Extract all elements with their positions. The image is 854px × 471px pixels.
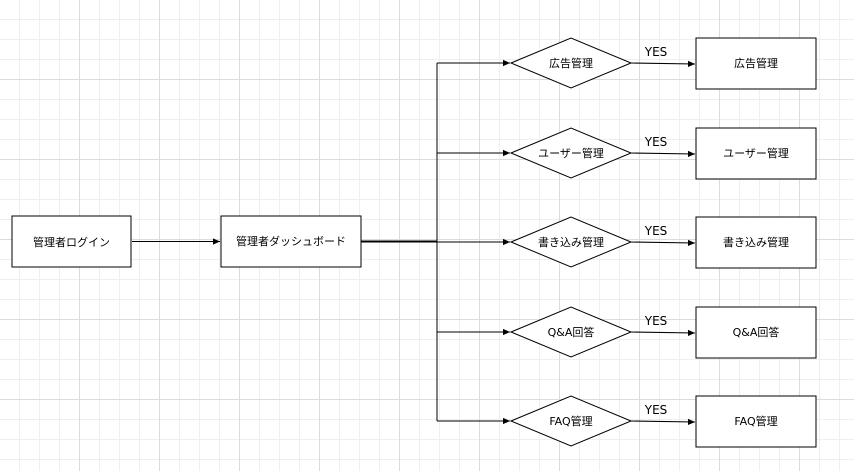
dashboard-label: 管理者ダッシュボード bbox=[236, 234, 346, 248]
result-label: 広告管理 bbox=[734, 56, 778, 70]
decision-label: 書き込み管理 bbox=[538, 235, 604, 249]
decision-node: FAQ管理 bbox=[509, 395, 633, 447]
dashboard-node: 管理者ダッシュボード bbox=[220, 215, 362, 268]
edge-label-yes: YES bbox=[644, 403, 668, 417]
branch-row: FAQ管理 YES FAQ管理 bbox=[437, 395, 817, 448]
edge-decision-result bbox=[630, 150, 696, 158]
edge-decision-result bbox=[630, 239, 696, 247]
branch-row: ユーザー管理 YES ユーザー管理 bbox=[437, 127, 817, 180]
result-label: ユーザー管理 bbox=[723, 146, 789, 160]
decision-label: Q&A回答 bbox=[548, 325, 595, 339]
edge-label-yes: YES bbox=[644, 135, 668, 149]
decision-label: FAQ管理 bbox=[549, 414, 592, 428]
login-label: 管理者ログイン bbox=[33, 235, 110, 249]
edge-label-yes: YES bbox=[644, 45, 668, 59]
result-node: FAQ管理 bbox=[695, 395, 817, 448]
branch-row: Q&A回答 YES Q&A回答 bbox=[437, 306, 817, 359]
result-node: Q&A回答 bbox=[695, 306, 817, 359]
edge-decision-result bbox=[630, 60, 696, 68]
decision-node: ユーザー管理 bbox=[509, 127, 633, 179]
branch-row: 書き込み管理 YES 書き込み管理 bbox=[437, 216, 817, 269]
decision-label: 広告管理 bbox=[549, 56, 593, 70]
branch-row: 広告管理 YES 広告管理 bbox=[437, 37, 817, 90]
result-node: ユーザー管理 bbox=[695, 127, 817, 180]
result-node: 書き込み管理 bbox=[695, 216, 817, 269]
result-label: FAQ管理 bbox=[734, 414, 777, 428]
edge-decision-result bbox=[630, 418, 696, 426]
result-node: 広告管理 bbox=[695, 37, 817, 90]
decision-node: 書き込み管理 bbox=[509, 216, 633, 268]
edge-label-yes: YES bbox=[644, 224, 668, 238]
result-label: 書き込み管理 bbox=[723, 235, 789, 249]
login-node: 管理者ログイン bbox=[11, 215, 132, 268]
decision-node: 広告管理 bbox=[509, 37, 633, 89]
edge-decision-result bbox=[630, 329, 696, 337]
branch-group: 広告管理YES広告管理ユーザー管理YESユーザー管理書き込み管理YES書き込み管… bbox=[437, 37, 817, 448]
edge-label-yes: YES bbox=[644, 314, 668, 328]
flowchart: 管理者ログイン 管理者ダッシュボード 広告管理YES広告管理ユーザー管理YESユ… bbox=[11, 37, 817, 448]
decision-label: ユーザー管理 bbox=[538, 146, 604, 160]
result-label: Q&A回答 bbox=[733, 325, 780, 339]
decision-node: Q&A回答 bbox=[509, 306, 633, 358]
